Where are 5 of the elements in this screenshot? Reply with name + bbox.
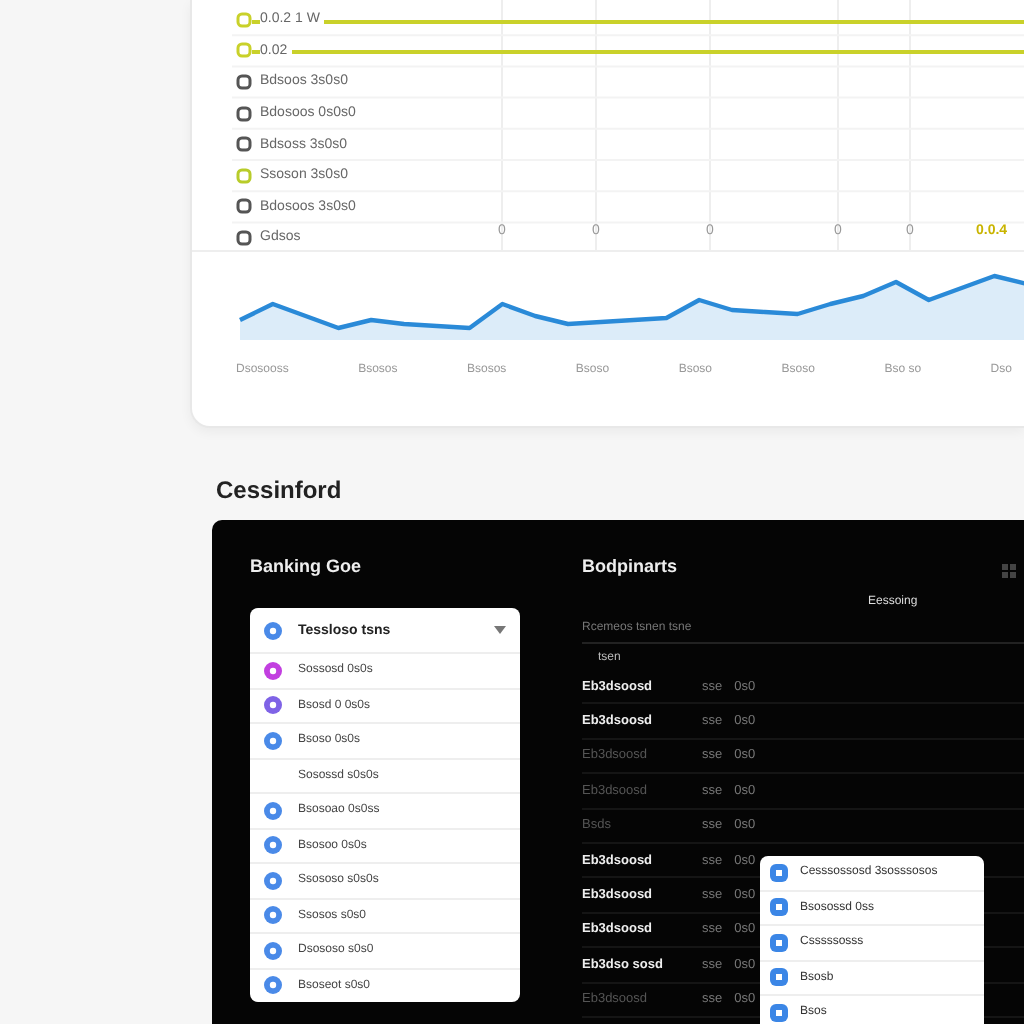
section-heading: Cessinford [216,476,342,504]
panel-title: Bodpinarts [582,556,678,576]
grid-icon[interactable] [1002,564,1016,578]
caret-icon [494,626,506,634]
panel-title: Banking Goe [250,556,362,576]
